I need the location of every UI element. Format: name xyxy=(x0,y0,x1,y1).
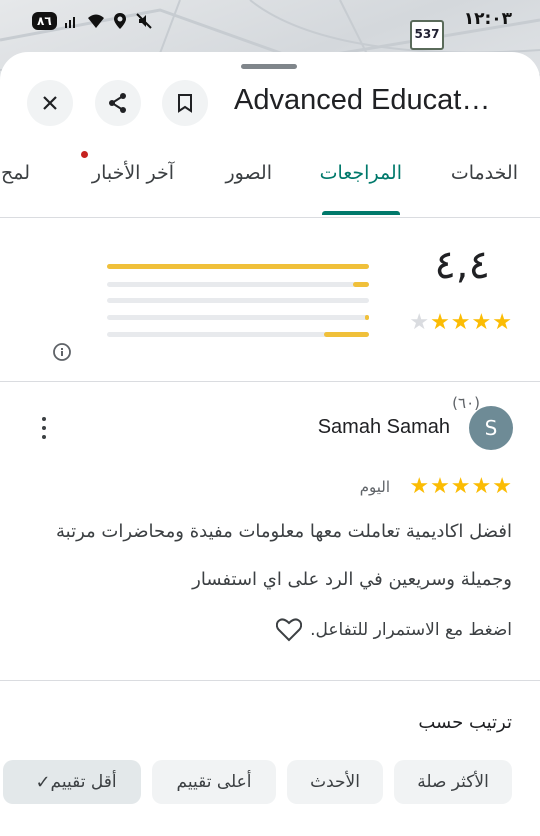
summary-star-icon: ★ xyxy=(492,310,512,335)
sort-chip-lowest-label: أقل تقييم xyxy=(50,772,117,792)
tab-services[interactable]: الخدمات xyxy=(451,162,518,184)
rating-bar-fill xyxy=(365,315,369,320)
summary-star-icon: ★ xyxy=(409,310,430,335)
close-icon xyxy=(43,96,57,110)
tab-updates[interactable]: آخر الأخبار xyxy=(92,162,174,184)
battery-indicator: ٨٦ xyxy=(32,12,57,30)
review-divider xyxy=(0,680,540,681)
review-star-icon: ★ xyxy=(471,474,492,499)
average-stars: ★ ★ ★ ★ ★ xyxy=(409,312,512,334)
wifi-icon xyxy=(87,14,104,28)
sort-title: ترتيب حسب xyxy=(418,712,512,733)
summary-star-icon: ★ xyxy=(450,310,471,335)
review-star-icon: ★ xyxy=(492,474,512,499)
active-tab-indicator xyxy=(322,211,400,215)
save-button[interactable] xyxy=(162,80,208,126)
sort-chip-highest[interactable]: أعلى تقييم xyxy=(152,760,276,804)
review-star-icon: ★ xyxy=(409,474,430,499)
notification-dot xyxy=(81,151,88,158)
mute-icon xyxy=(135,13,152,29)
rating-bar-fill xyxy=(107,264,369,269)
rating-bar-1 xyxy=(107,332,369,337)
reviewer-name[interactable]: Samah Samah xyxy=(318,416,450,439)
signal-icon xyxy=(64,17,75,28)
summary-star-icon: ★ xyxy=(430,310,450,335)
check-icon: ✓ xyxy=(35,771,51,793)
location-icon xyxy=(113,13,126,29)
tab-reviews[interactable]: المراجعات xyxy=(320,162,402,184)
like-prompt: اضغط مع الاستمرار للتفاعل. xyxy=(310,620,512,640)
avatar[interactable]: S xyxy=(469,406,513,450)
summary-star-icon: ★ xyxy=(471,310,492,335)
bookmark-icon xyxy=(178,94,192,113)
review-date: اليوم xyxy=(359,478,390,496)
rating-bar-fill xyxy=(353,282,369,287)
tab-about[interactable]: لمح xyxy=(1,162,30,184)
route-shield: 537 xyxy=(410,20,444,50)
like-button[interactable]: اضغط مع الاستمرار للتفاعل. xyxy=(276,618,512,642)
status-bar: ٨٦ ١٢:٠٣ xyxy=(0,0,540,44)
review-stars: ★ ★ ★ ★ ★ xyxy=(409,476,512,498)
close-button[interactable] xyxy=(27,80,73,126)
tab-bar: الخدمات المراجعات الصور آخر الأخبار لمح xyxy=(0,152,540,218)
review-star-icon: ★ xyxy=(450,474,471,499)
drag-handle[interactable] xyxy=(241,64,297,69)
tabs-divider xyxy=(0,217,540,218)
rating-bar-4 xyxy=(107,282,369,287)
rating-bar-2 xyxy=(107,315,369,320)
summary-divider xyxy=(0,381,540,382)
review-count: (٦٠) xyxy=(452,394,480,412)
average-rating: ٤,٤ xyxy=(434,242,490,288)
heart-icon xyxy=(276,618,303,642)
place-sheet: Advanced Educat… الخدمات المراجعات الصور… xyxy=(0,52,540,836)
rating-bar-5 xyxy=(107,264,369,269)
review-text: افضل اكاديمية تعاملت معها معلومات مفيدة … xyxy=(55,521,512,590)
more-options-button[interactable] xyxy=(34,414,54,442)
share-button[interactable] xyxy=(95,80,141,126)
review-star-icon: ★ xyxy=(430,474,450,499)
sort-chip-lowest[interactable]: أقل تقييم ✓ xyxy=(3,760,141,804)
share-icon xyxy=(109,93,126,113)
rating-bar-3 xyxy=(107,298,369,303)
place-title: Advanced Educat… xyxy=(234,84,491,116)
tab-photos[interactable]: الصور xyxy=(225,162,272,184)
status-time: ١٢:٠٣ xyxy=(463,9,512,29)
status-icons: ٨٦ xyxy=(32,12,153,30)
info-icon[interactable] xyxy=(52,342,72,362)
sort-chip-newest[interactable]: الأحدث xyxy=(287,760,383,804)
sort-chip-relevant[interactable]: الأكثر صلة xyxy=(394,760,512,804)
rating-bar-fill xyxy=(324,332,369,337)
